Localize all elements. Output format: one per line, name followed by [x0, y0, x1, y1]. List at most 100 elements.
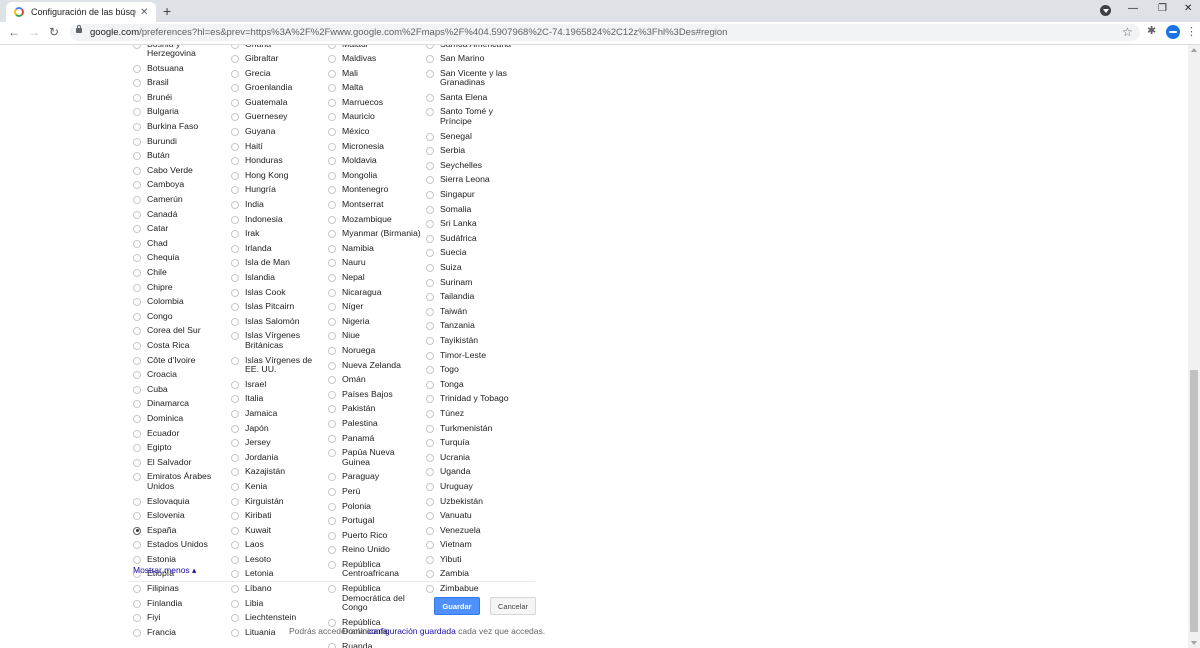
radio-icon[interactable] [328, 244, 336, 253]
radio-icon[interactable] [328, 201, 336, 210]
radio-icon[interactable] [328, 502, 336, 511]
radio-icon[interactable] [328, 531, 336, 540]
region-option[interactable]: Surinam [426, 275, 521, 290]
radio-icon[interactable] [231, 497, 239, 506]
radio-icon[interactable] [328, 546, 336, 555]
region-option[interactable]: Islas Pitcairn [231, 300, 326, 315]
region-option[interactable]: Palestina [328, 416, 423, 431]
region-option[interactable]: Laos [231, 538, 326, 553]
region-option[interactable]: Guatemala [231, 95, 326, 110]
region-option[interactable]: Santa Elena [426, 90, 521, 105]
region-option[interactable]: Chile [133, 266, 228, 281]
region-option[interactable]: Fiyi [133, 611, 228, 626]
region-option[interactable]: Cabo Verde [133, 163, 228, 178]
radio-icon[interactable] [133, 341, 141, 350]
region-option[interactable]: Tayikistán [426, 333, 521, 348]
region-option[interactable]: Togo [426, 363, 521, 378]
region-option[interactable]: Kuwait [231, 523, 326, 538]
radio-icon[interactable] [426, 249, 434, 258]
region-option[interactable]: Bután [133, 149, 228, 164]
region-option[interactable]: Líbano [231, 582, 326, 597]
region-option[interactable]: Finlandia [133, 596, 228, 611]
region-option[interactable]: San Marino [426, 52, 521, 67]
region-option[interactable]: Canadá [133, 207, 228, 222]
region-option[interactable]: Kazajistán [231, 465, 326, 480]
region-option[interactable]: Pakistán [328, 402, 423, 417]
radio-icon[interactable] [133, 210, 141, 219]
region-option[interactable]: Zambia [426, 567, 521, 582]
radio-icon[interactable] [133, 614, 141, 623]
region-option[interactable]: Micronesia [328, 139, 423, 154]
radio-icon[interactable] [231, 274, 239, 282]
region-option[interactable]: Mozambique [328, 212, 423, 227]
vertical-scrollbar[interactable] [1188, 45, 1200, 648]
region-option[interactable]: Filipinas [133, 582, 228, 597]
region-option[interactable]: Camerún [133, 193, 228, 208]
region-option[interactable]: Ecuador [133, 426, 228, 441]
region-option[interactable]: Eslovenia [133, 509, 228, 524]
region-option[interactable]: Libia [231, 596, 326, 611]
region-option[interactable]: Timor-Leste [426, 348, 521, 363]
radio-icon[interactable] [328, 288, 336, 297]
region-option[interactable]: Camboya [133, 178, 228, 193]
radio-icon[interactable] [231, 128, 239, 137]
radio-icon[interactable] [328, 390, 336, 399]
radio-icon[interactable] [231, 317, 239, 326]
radio-icon[interactable] [426, 482, 434, 491]
radio-icon[interactable] [328, 405, 336, 414]
region-option[interactable]: El Salvador [133, 455, 228, 470]
region-option[interactable]: España [133, 523, 228, 538]
radio-icon[interactable] [328, 346, 336, 355]
back-icon[interactable]: ← [8, 25, 20, 39]
region-option[interactable]: Yibuti [426, 552, 521, 567]
radio-icon[interactable] [426, 293, 434, 302]
radio-icon[interactable] [426, 424, 434, 433]
radio-icon[interactable] [328, 186, 336, 195]
region-option[interactable]: Botsuana [133, 61, 228, 76]
radio-icon[interactable] [133, 444, 141, 453]
region-option[interactable]: Côte d'Ivoire [133, 353, 228, 368]
lock-icon[interactable] [76, 25, 82, 33]
region-option[interactable]: Niue [328, 329, 423, 344]
region-option[interactable]: Brunéi [133, 90, 228, 105]
region-option[interactable]: Dominica [133, 411, 228, 426]
radio-icon[interactable] [231, 395, 239, 404]
region-option[interactable]: Ghana [231, 45, 326, 52]
radio-icon[interactable] [426, 220, 434, 229]
scroll-up-icon[interactable] [1191, 48, 1197, 52]
region-option[interactable]: Costa Rica [133, 338, 228, 353]
radio-icon[interactable] [426, 439, 434, 448]
region-option[interactable]: Haití [231, 139, 326, 154]
region-option[interactable]: Francia [133, 625, 228, 640]
radio-icon[interactable] [231, 215, 239, 224]
radio-icon[interactable] [426, 278, 434, 287]
region-option[interactable]: Mauricio [328, 110, 423, 125]
radio-icon[interactable] [426, 585, 434, 594]
radio-icon[interactable] [328, 361, 336, 370]
radio-icon[interactable] [231, 526, 239, 535]
region-option[interactable]: India [231, 198, 326, 213]
region-option[interactable]: Países Bajos [328, 387, 423, 402]
region-option[interactable]: Tanzania [426, 319, 521, 334]
radio-icon[interactable] [426, 147, 434, 156]
radio-icon[interactable] [328, 303, 336, 312]
radio-icon[interactable] [231, 482, 239, 491]
radio-icon[interactable] [328, 215, 336, 224]
region-option[interactable]: Islas Vírgenes de EE. UU. [231, 353, 326, 377]
radio-icon[interactable] [231, 356, 239, 365]
radio-icon[interactable] [231, 171, 239, 180]
radio-icon[interactable] [328, 560, 336, 569]
radio-icon[interactable] [133, 269, 141, 277]
radio-icon[interactable] [231, 55, 239, 64]
radio-icon[interactable] [426, 176, 434, 185]
region-option[interactable]: Suecia [426, 246, 521, 261]
radio-icon[interactable] [231, 157, 239, 166]
radio-icon[interactable] [426, 205, 434, 214]
region-option[interactable]: Dinamarca [133, 397, 228, 412]
cancel-button[interactable]: Cancelar [490, 597, 536, 615]
radio-icon[interactable] [328, 643, 336, 648]
region-option[interactable]: Kiribati [231, 509, 326, 524]
region-option[interactable]: Turkmenistán [426, 421, 521, 436]
radio-icon[interactable] [133, 196, 141, 205]
region-option[interactable]: Zimbabue [426, 582, 521, 597]
